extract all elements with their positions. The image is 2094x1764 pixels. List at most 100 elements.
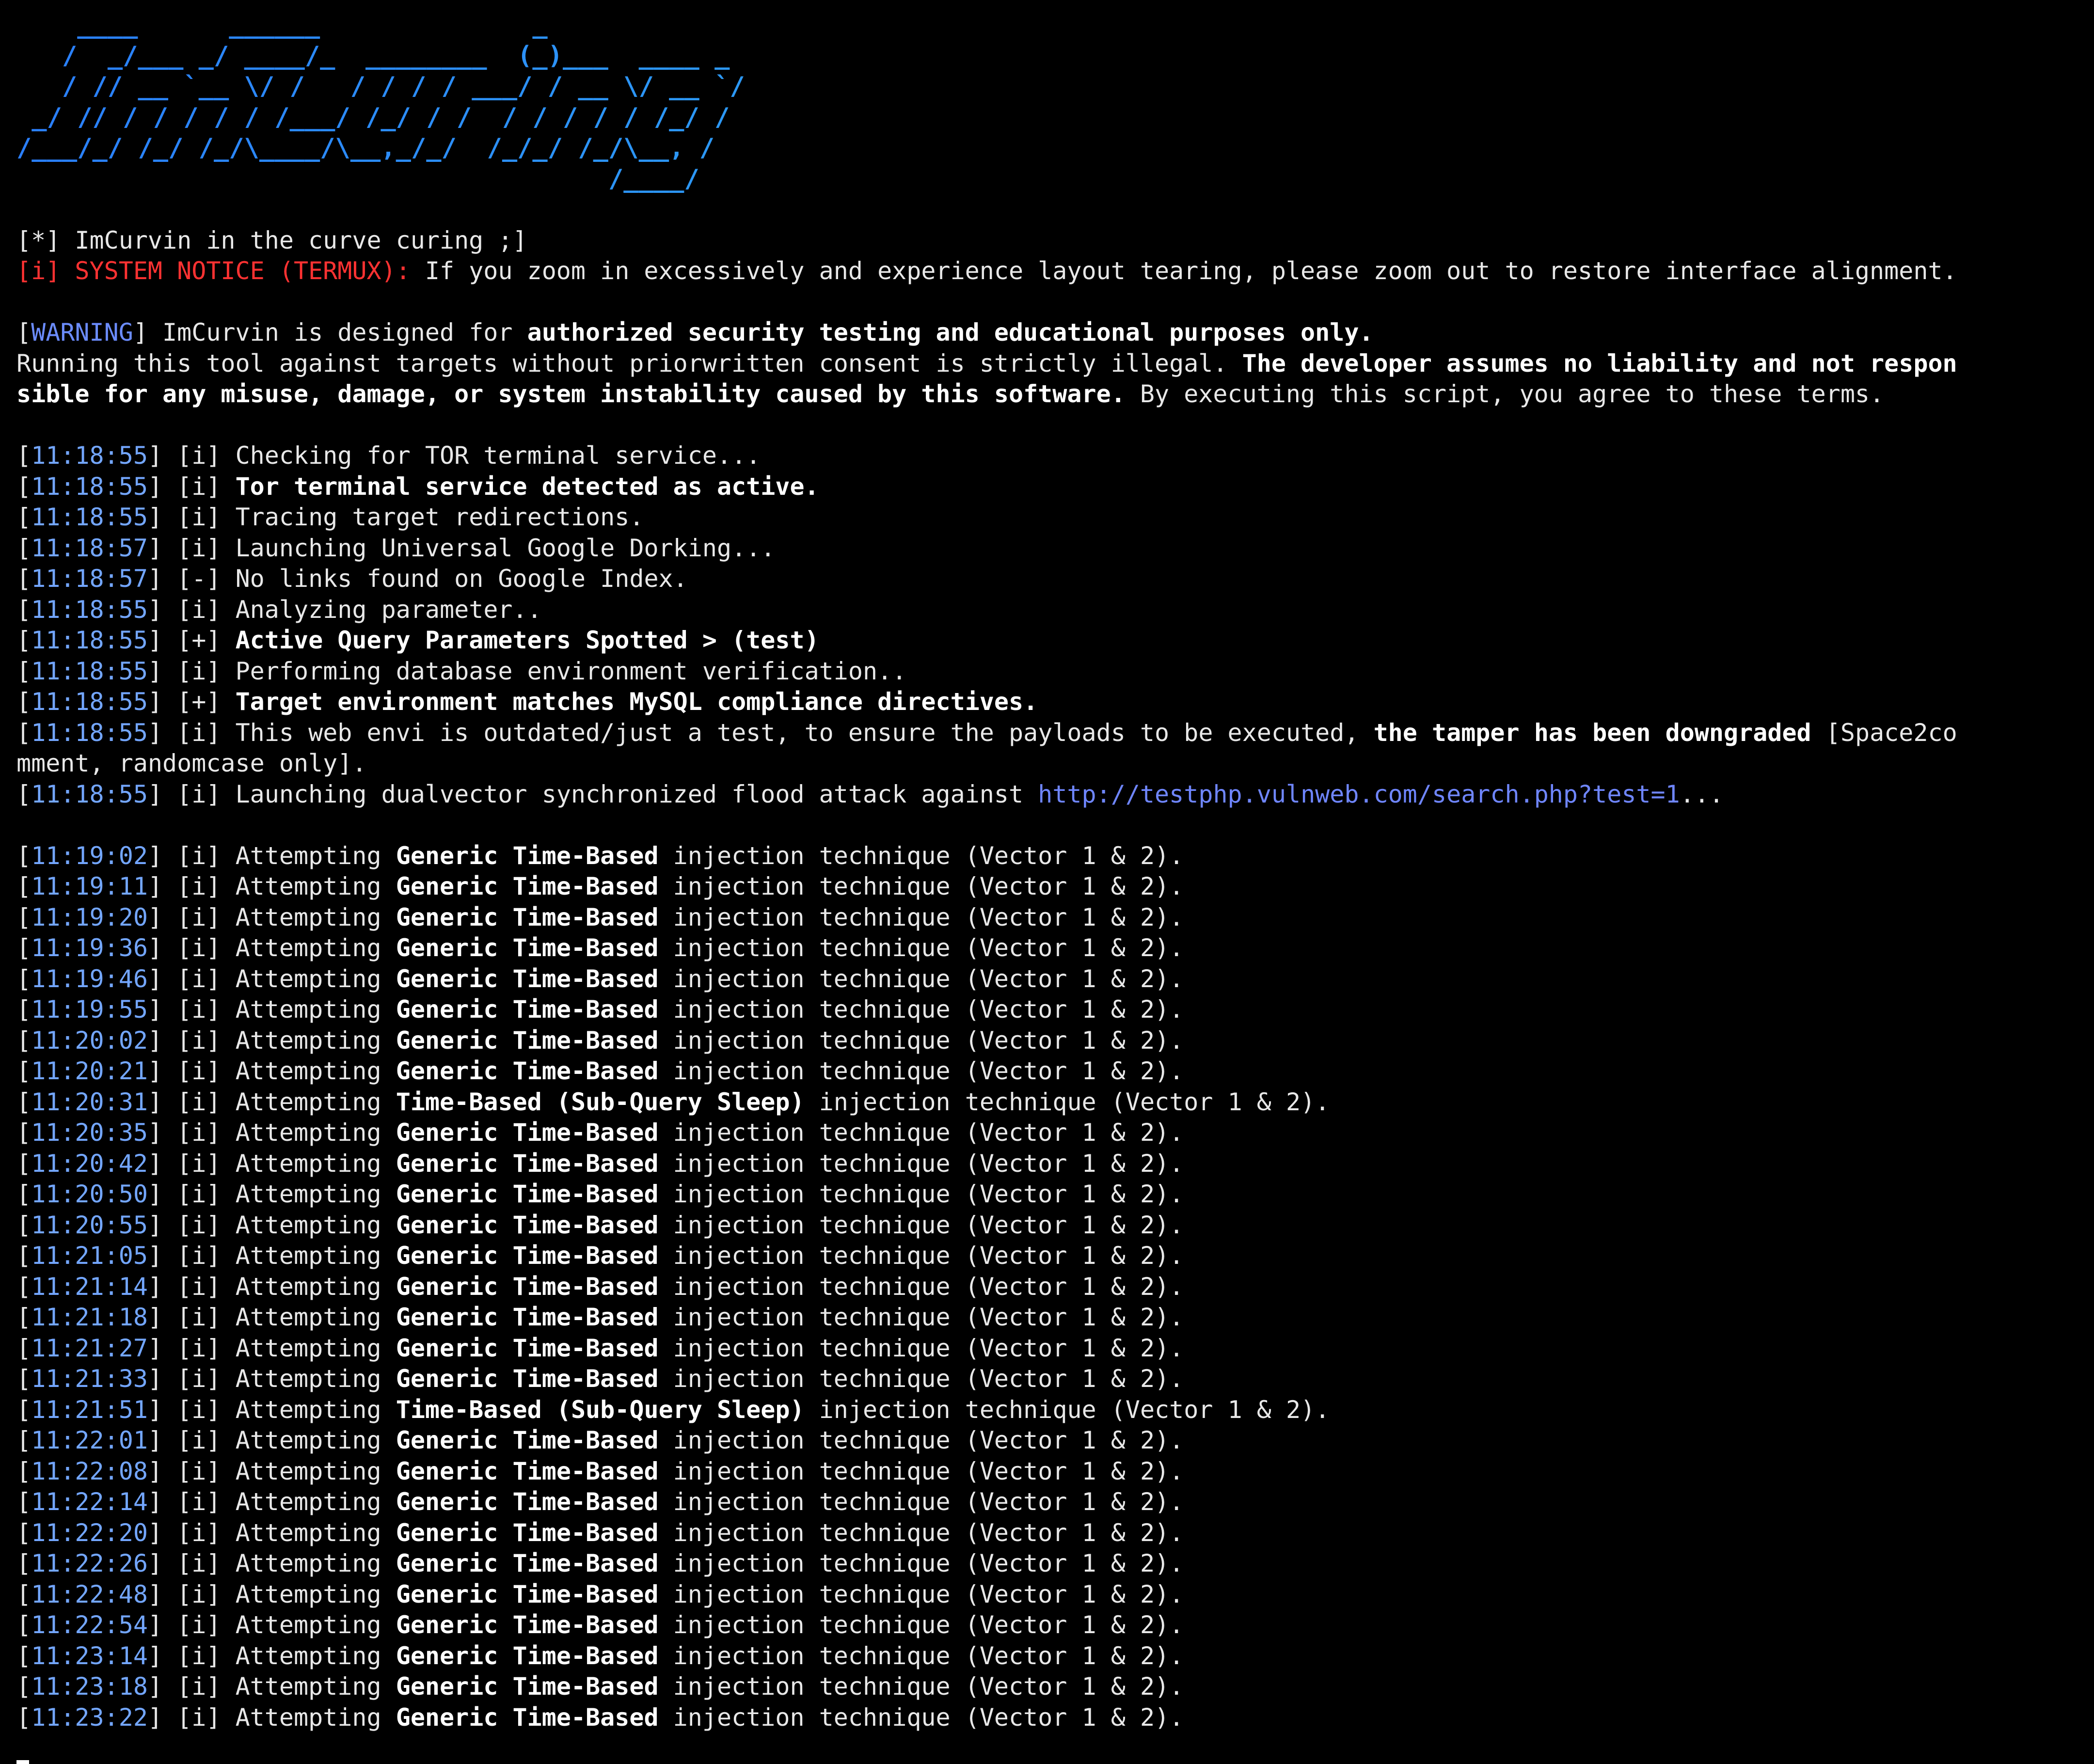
attempt-suffix: injection technique (Vector 1 & 2). (658, 1488, 1184, 1516)
log-marker: [i] (177, 1672, 221, 1701)
timestamp: 11:22:01 (31, 1426, 148, 1454)
bracket: [ (16, 1672, 32, 1701)
attempt-prefix: Attempting (235, 1118, 396, 1147)
terminal-cursor (16, 1760, 29, 1764)
log-text: Launching dualvector synchronized flood … (235, 780, 1038, 808)
bracket: [ (16, 688, 32, 716)
bracket: [ (16, 1703, 32, 1732)
bracket: [ (16, 503, 32, 531)
log-marker: [i] (177, 995, 221, 1024)
bracket: ] (147, 1457, 177, 1485)
log-line: [11:18:55] [i] Performing database envir… (16, 656, 2081, 687)
log-marker: [i] (177, 1272, 221, 1301)
technique-name: Generic Time-Based (396, 995, 659, 1024)
bracket: ] (147, 1026, 177, 1055)
bracket: ] (147, 565, 177, 593)
prompt-line[interactable] (16, 1733, 2081, 1764)
warning-text: By executing this script, you agree to t… (1125, 380, 1885, 408)
log-marker: [i] (177, 503, 221, 531)
timestamp: 11:18:57 (31, 565, 148, 593)
log-text: Tor terminal service detected as active. (235, 472, 819, 501)
log-bold-text: the tamper has been downgraded (1373, 718, 1811, 747)
timestamp: 11:20:50 (31, 1180, 148, 1208)
bracket: ] (147, 903, 177, 931)
bracket: ] (147, 964, 177, 993)
log-marker: [i] (177, 657, 221, 685)
bracket: ] (147, 1365, 177, 1393)
timestamp: 11:20:31 (31, 1087, 148, 1116)
bracket: [ (16, 1149, 32, 1178)
warning-text: ImCurvin is designed for (147, 318, 527, 346)
attempt-line: [11:21:05] [i] Attempting Generic Time-B… (16, 1241, 2081, 1272)
bracket: [ (16, 1426, 32, 1454)
technique-name: Generic Time-Based (396, 1518, 659, 1547)
attempt-suffix: injection technique (Vector 1 & 2). (658, 995, 1184, 1024)
attempt-line: [11:22:48] [i] Attempting Generic Time-B… (16, 1579, 2081, 1610)
technique-name: Generic Time-Based (396, 1272, 659, 1301)
bracket: [ (16, 903, 32, 931)
target-url-link[interactable]: http://testphp.vulnweb.com/search.php?te… (1038, 780, 1680, 808)
log-marker: [i] (177, 1641, 221, 1670)
technique-name: Generic Time-Based (396, 1641, 659, 1670)
timestamp: 11:20:42 (31, 1149, 148, 1178)
attempt-prefix: Attempting (235, 1365, 396, 1393)
bracket: [ (16, 1395, 32, 1424)
attempt-line: [11:21:27] [i] Attempting Generic Time-B… (16, 1333, 2081, 1364)
bracket: ] (147, 1118, 177, 1147)
terminal-window[interactable]: ____ ______ _ / _/___ _/ ____/_ ________… (16, 10, 2081, 1764)
log-marker: [i] (177, 472, 221, 501)
technique-name: Generic Time-Based (396, 841, 659, 870)
log-marker: [i] (177, 595, 221, 624)
attempt-suffix: injection technique (Vector 1 & 2). (658, 1149, 1184, 1178)
attempt-line: [11:21:18] [i] Attempting Generic Time-B… (16, 1302, 2081, 1333)
bracket: ] (147, 995, 177, 1024)
attempt-suffix: injection technique (Vector 1 & 2). (658, 1641, 1184, 1670)
technique-name: Generic Time-Based (396, 1703, 659, 1732)
bracket: [ (16, 657, 32, 685)
log-line-tamper-wrap: mment, randomcase only]. (16, 749, 367, 777)
log-text: No links found on Google Index. (235, 565, 688, 593)
bracket: [ (16, 1211, 32, 1239)
timestamp: 11:18:55 (31, 626, 148, 654)
log-text: Checking for TOR terminal service... (235, 441, 761, 470)
attempt-prefix: Attempting (235, 1026, 396, 1055)
timestamp: 11:20:02 (31, 1026, 148, 1055)
log-marker: [i] (177, 1149, 221, 1178)
attempt-line: [11:23:18] [i] Attempting Generic Time-B… (16, 1671, 2081, 1702)
log-marker: [i] (177, 1057, 221, 1085)
attempt-line: [11:23:14] [i] Attempting Generic Time-B… (16, 1641, 2081, 1672)
ascii-banner-logo: ____ ______ _ / _/___ _/ ____/_ ________… (16, 10, 2081, 194)
log-text: Analyzing parameter.. (235, 595, 542, 624)
attempt-line: [11:21:14] [i] Attempting Generic Time-B… (16, 1272, 2081, 1303)
attempt-prefix: Attempting (235, 1457, 396, 1485)
log-marker: [i] (177, 1457, 221, 1485)
attempt-suffix: injection technique (Vector 1 & 2). (658, 1426, 1184, 1454)
timestamp: 11:18:55 (31, 718, 148, 747)
attempt-line: [11:22:01] [i] Attempting Generic Time-B… (16, 1425, 2081, 1456)
timestamp: 11:19:20 (31, 903, 148, 931)
attempt-line: [11:19:11] [i] Attempting Generic Time-B… (16, 871, 2081, 902)
log-marker: [i] (177, 841, 221, 870)
warning-bold-text: The developer assumes no liability and n… (1242, 349, 1957, 378)
bracket: ] (147, 1395, 177, 1424)
attempt-line: [11:19:20] [i] Attempting Generic Time-B… (16, 902, 2081, 933)
log-marker: [i] (177, 1518, 221, 1547)
log-marker: [i] (177, 718, 221, 747)
bracket: ] (147, 472, 177, 501)
log-text: Active Query Parameters Spotted > (test) (235, 626, 819, 654)
attempt-prefix: Attempting (235, 1395, 396, 1424)
attempt-prefix: Attempting (235, 1488, 396, 1516)
log-line: [11:18:55] [i] Checking for TOR terminal… (16, 441, 2081, 472)
attempt-prefix: Attempting (235, 1272, 396, 1301)
timestamp: 11:18:55 (31, 441, 148, 470)
